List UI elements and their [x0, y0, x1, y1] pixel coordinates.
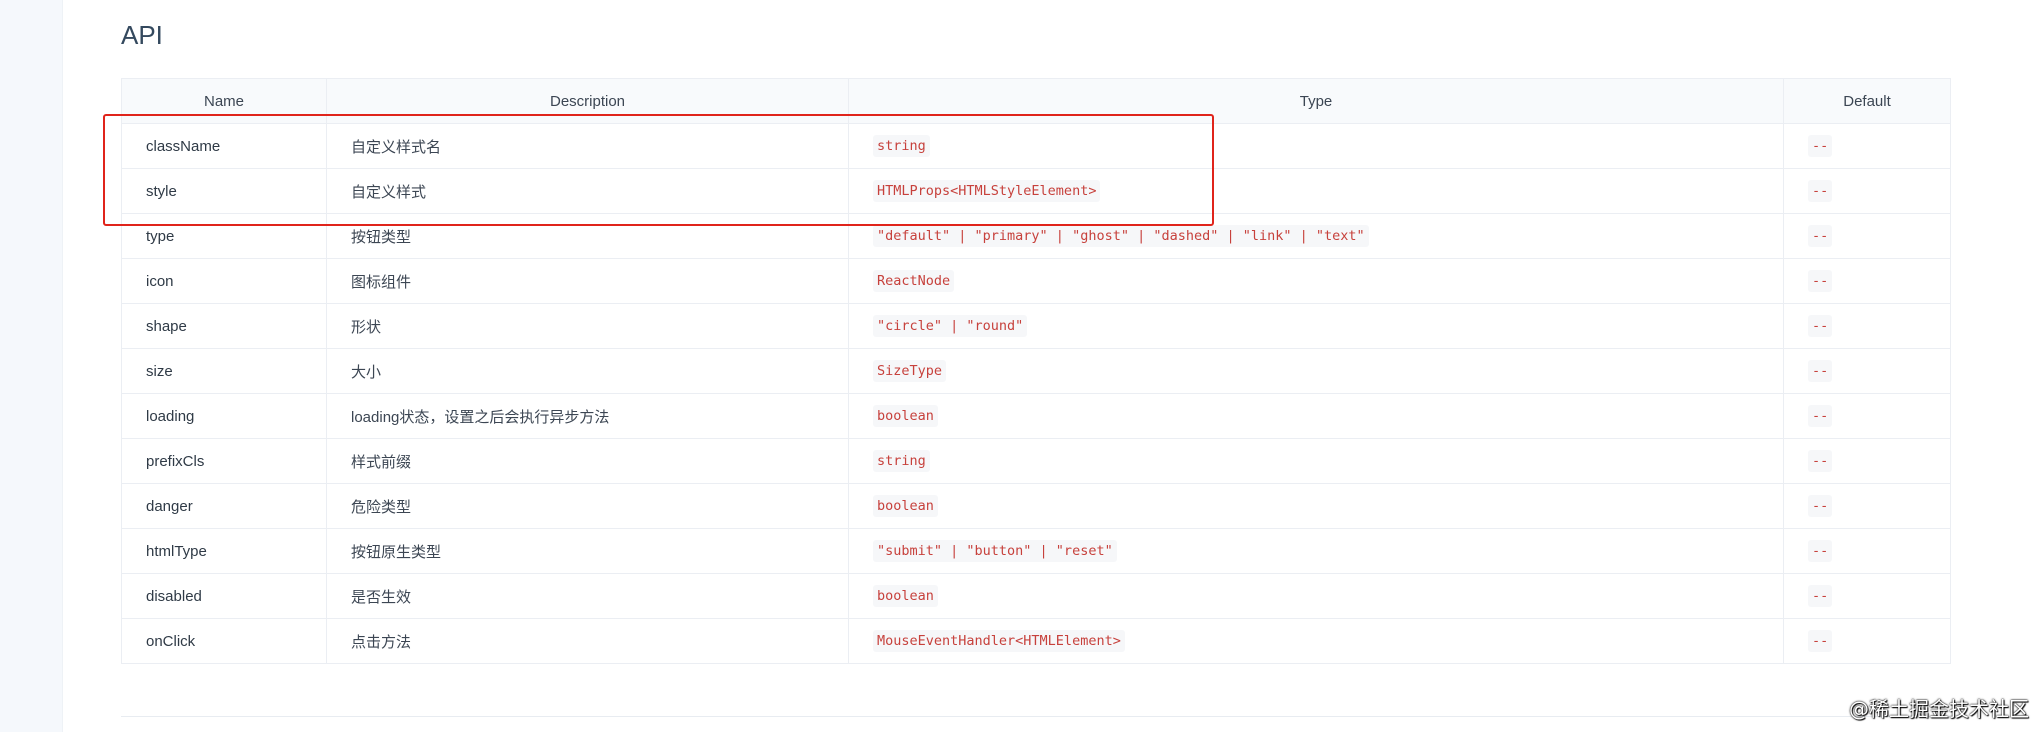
prop-type-code: string	[873, 135, 930, 157]
prop-default-code: --	[1808, 540, 1833, 562]
table-row: size 大小 SizeType --	[121, 348, 1951, 394]
prop-type-code: "default" | "primary" | "ghost" | "dashe…	[873, 225, 1369, 247]
prop-name-cell: className	[121, 123, 327, 169]
prop-name-cell: style	[121, 168, 327, 214]
table-row: onClick 点击方法 MouseEventHandler<HTMLElement…	[121, 618, 1951, 664]
prop-default-cell: --	[1783, 483, 1951, 529]
table-row: className 自定义样式名 string --	[121, 123, 1951, 169]
prop-type-code: SizeType	[873, 360, 947, 382]
prop-default-cell: --	[1783, 618, 1951, 664]
prop-default-code: --	[1808, 450, 1833, 472]
table-row: icon 图标组件 ReactNode --	[121, 258, 1951, 304]
prop-default-cell: --	[1783, 213, 1951, 259]
prop-name-cell: icon	[121, 258, 327, 304]
prop-description-cell: 大小	[326, 348, 849, 394]
prop-type-code: HTMLProps<HTMLStyleElement>	[873, 180, 1101, 202]
prop-description-cell: loading状态，设置之后会执行异步方法	[326, 393, 849, 439]
prop-description-cell: 自定义样式名	[326, 123, 849, 169]
prop-type-code: MouseEventHandler<HTMLElement>	[873, 630, 1125, 652]
prop-default-code: --	[1808, 585, 1833, 607]
prop-type-cell: boolean	[848, 393, 1784, 439]
table-row: prefixCls 样式前缀 string --	[121, 438, 1951, 484]
prop-description-cell: 形状	[326, 303, 849, 349]
prop-default-cell: --	[1783, 168, 1951, 214]
prop-type-code: boolean	[873, 495, 938, 517]
prop-description-cell: 危险类型	[326, 483, 849, 529]
prop-type-cell: boolean	[848, 573, 1784, 619]
bottom-divider	[121, 716, 1950, 717]
prop-type-cell: boolean	[848, 483, 1784, 529]
prop-type-code: boolean	[873, 585, 938, 607]
prop-default-code: --	[1808, 360, 1833, 382]
table-row: disabled 是否生效 boolean --	[121, 573, 1951, 619]
table-header-row: Name Description Type Default	[121, 78, 1951, 124]
prop-default-cell: --	[1783, 573, 1951, 619]
prop-description-cell: 按钮类型	[326, 213, 849, 259]
prop-name-cell: size	[121, 348, 327, 394]
prop-name-cell: prefixCls	[121, 438, 327, 484]
prop-name-cell: onClick	[121, 618, 327, 664]
prop-default-cell: --	[1783, 528, 1951, 574]
prop-default-cell: --	[1783, 348, 1951, 394]
watermark: @稀土掘金技术社区	[1849, 697, 2029, 721]
prop-type-code: ReactNode	[873, 270, 955, 292]
table-row: loading loading状态，设置之后会执行异步方法 boolean --	[121, 393, 1951, 439]
prop-default-code: --	[1808, 270, 1833, 292]
prop-type-cell: string	[848, 123, 1784, 169]
api-table: Name Description Type Default className 自…	[121, 78, 1951, 664]
prop-type-cell: MouseEventHandler<HTMLElement>	[848, 618, 1784, 664]
prop-default-code: --	[1808, 315, 1833, 337]
prop-default-cell: --	[1783, 123, 1951, 169]
table-row: danger 危险类型 boolean --	[121, 483, 1951, 529]
prop-description-cell: 图标组件	[326, 258, 849, 304]
prop-default-code: --	[1808, 135, 1833, 157]
header-name: Name	[121, 78, 327, 124]
prop-description-cell: 按钮原生类型	[326, 528, 849, 574]
table-row: htmlType 按钮原生类型 "submit" | "button" | "res…	[121, 528, 1951, 574]
prop-default-code: --	[1808, 495, 1833, 517]
prop-description-cell: 是否生效	[326, 573, 849, 619]
prop-type-code: boolean	[873, 405, 938, 427]
prop-name-cell: disabled	[121, 573, 327, 619]
prop-name-cell: htmlType	[121, 528, 327, 574]
prop-name-cell: shape	[121, 303, 327, 349]
prop-default-cell: --	[1783, 258, 1951, 304]
prop-default-cell: --	[1783, 303, 1951, 349]
prop-default-cell: --	[1783, 438, 1951, 484]
prop-default-code: --	[1808, 225, 1833, 247]
prop-type-cell: string	[848, 438, 1784, 484]
prop-type-cell: HTMLProps<HTMLStyleElement>	[848, 168, 1784, 214]
prop-name-cell: type	[121, 213, 327, 259]
prop-default-code: --	[1808, 405, 1833, 427]
prop-default-cell: --	[1783, 393, 1951, 439]
left-sidebar-strip	[0, 0, 63, 732]
table-row: type 按钮类型 "default" | "primary" | "ghost" …	[121, 213, 1951, 259]
prop-type-code: "circle" | "round"	[873, 315, 1028, 337]
prop-description-cell: 自定义样式	[326, 168, 849, 214]
docs-page: API Name Description Type Default classN…	[0, 0, 2043, 732]
prop-name-cell: loading	[121, 393, 327, 439]
prop-type-cell: "default" | "primary" | "ghost" | "dashe…	[848, 213, 1784, 259]
header-type: Type	[848, 78, 1784, 124]
prop-type-code: "submit" | "button" | "reset"	[873, 540, 1117, 562]
prop-type-cell: "submit" | "button" | "reset"	[848, 528, 1784, 574]
prop-type-code: string	[873, 450, 930, 472]
table-body: className 自定义样式名 string -- style 自定义样式 HTMLPro…	[121, 123, 1951, 664]
prop-description-cell: 样式前缀	[326, 438, 849, 484]
prop-default-code: --	[1808, 630, 1833, 652]
prop-type-cell: "circle" | "round"	[848, 303, 1784, 349]
table-row: style 自定义样式 HTMLProps<HTMLStyleElement> --	[121, 168, 1951, 214]
header-default: Default	[1783, 78, 1951, 124]
prop-type-cell: SizeType	[848, 348, 1784, 394]
table-row: shape 形状 "circle" | "round" --	[121, 303, 1951, 349]
prop-name-cell: danger	[121, 483, 327, 529]
prop-default-code: --	[1808, 180, 1833, 202]
header-description: Description	[326, 78, 849, 124]
prop-description-cell: 点击方法	[326, 618, 849, 664]
prop-type-cell: ReactNode	[848, 258, 1784, 304]
section-title: API	[121, 20, 163, 50]
